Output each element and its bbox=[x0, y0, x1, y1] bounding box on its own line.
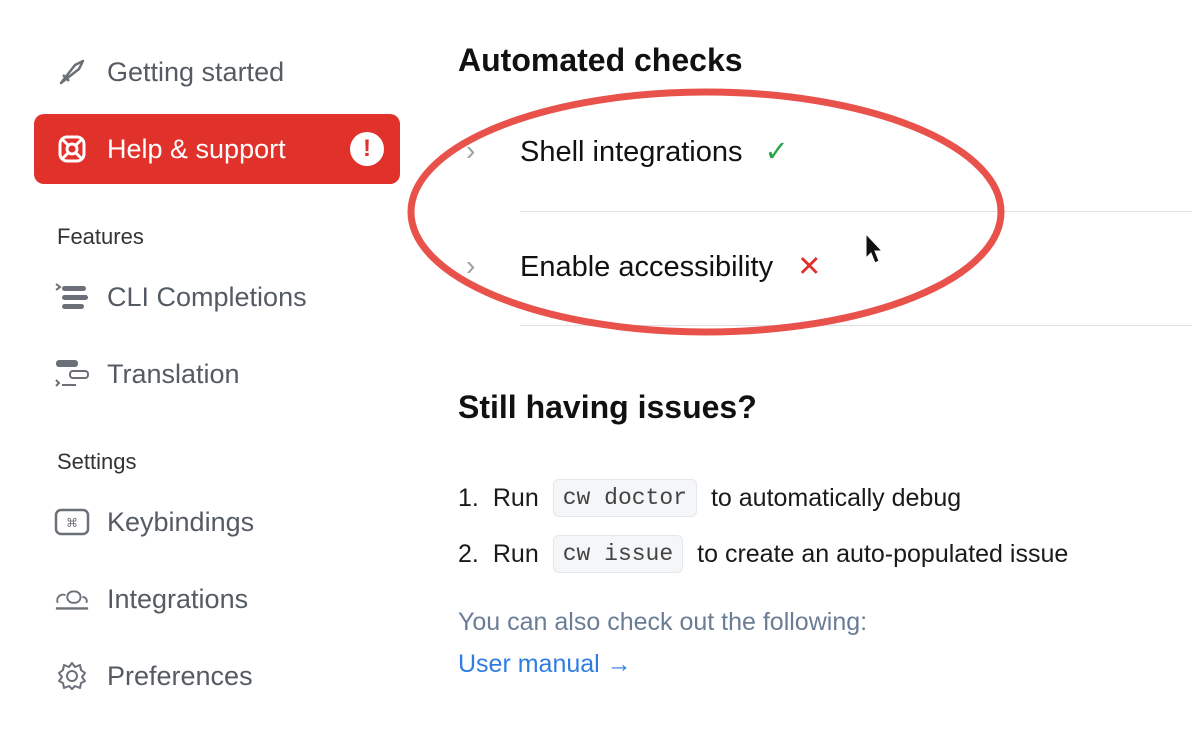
step-run: Run bbox=[492, 539, 539, 568]
check-fail-icon: ✕ bbox=[797, 250, 822, 283]
rocket-icon bbox=[54, 54, 90, 90]
still-having-issues-title: Still having issues? bbox=[458, 389, 757, 425]
features-heading: Features bbox=[57, 224, 144, 249]
step-run: Run bbox=[492, 483, 539, 512]
integrations-icon bbox=[54, 581, 90, 617]
nav-label: Preferences bbox=[107, 660, 253, 691]
nav-label: Translation bbox=[107, 358, 240, 389]
lifebuoy-icon bbox=[54, 131, 90, 167]
check-label: Enable accessibility ✕ bbox=[520, 250, 822, 283]
divider bbox=[520, 211, 1192, 212]
check-pass-icon: ✓ bbox=[764, 135, 789, 168]
nav-cli-completions[interactable]: CLI Completions bbox=[34, 262, 400, 332]
nav-integrations[interactable]: Integrations bbox=[34, 564, 400, 634]
nav-label: CLI Completions bbox=[107, 281, 307, 312]
gear-icon bbox=[54, 658, 90, 694]
translation-icon bbox=[54, 356, 90, 392]
nav-label: Getting started bbox=[107, 56, 285, 87]
chevron-right-icon[interactable]: › bbox=[466, 135, 475, 167]
nav-label: Keybindings bbox=[107, 506, 255, 537]
check-row-shell-integrations[interactable]: › Shell integrations ✓ bbox=[458, 121, 1192, 181]
command-cw-issue[interactable]: cw issue bbox=[552, 535, 684, 573]
nav-help-support[interactable]: Help & support ! bbox=[34, 114, 400, 184]
keyboard-icon: ⌘ bbox=[54, 504, 90, 540]
nav-label: Help & support bbox=[107, 133, 286, 164]
automated-checks-title: Automated checks bbox=[458, 42, 743, 78]
chevron-right-icon[interactable]: › bbox=[466, 250, 475, 282]
nav-label: Integrations bbox=[107, 583, 249, 614]
check-label: Shell integrations ✓ bbox=[520, 135, 789, 168]
step-number: 1. bbox=[458, 483, 479, 512]
nav-keybindings[interactable]: ⌘ Keybindings bbox=[34, 487, 400, 557]
cli-completions-icon bbox=[54, 279, 90, 315]
step-number: 2. bbox=[458, 539, 479, 568]
nav-getting-started[interactable]: Getting started bbox=[34, 37, 400, 107]
settings-heading: Settings bbox=[57, 449, 137, 474]
step-text: to automatically debug bbox=[710, 483, 962, 512]
nav-preferences[interactable]: Preferences bbox=[34, 641, 400, 711]
nav-translation[interactable]: Translation bbox=[34, 339, 400, 409]
more-resources-text: You can also check out the following: bbox=[458, 608, 868, 636]
step-text: to create an auto-populated issue bbox=[697, 539, 1069, 568]
sidebar: Getting started Help & support ! Feature… bbox=[0, 0, 410, 729]
alert-badge: ! bbox=[350, 132, 384, 166]
step-2: 2. Run cw issue to create an auto-popula… bbox=[458, 535, 1068, 573]
divider bbox=[520, 325, 1192, 326]
user-manual-link[interactable]: User manual → bbox=[458, 650, 632, 679]
svg-text:⌘: ⌘ bbox=[66, 516, 78, 530]
command-cw-doctor[interactable]: cw doctor bbox=[552, 479, 697, 517]
main-content: Automated checks › Shell integrations ✓ … bbox=[458, 0, 1192, 729]
check-row-enable-accessibility[interactable]: › Enable accessibility ✕ bbox=[458, 236, 1192, 296]
step-1: 1. Run cw doctor to automatically debug bbox=[458, 479, 961, 517]
